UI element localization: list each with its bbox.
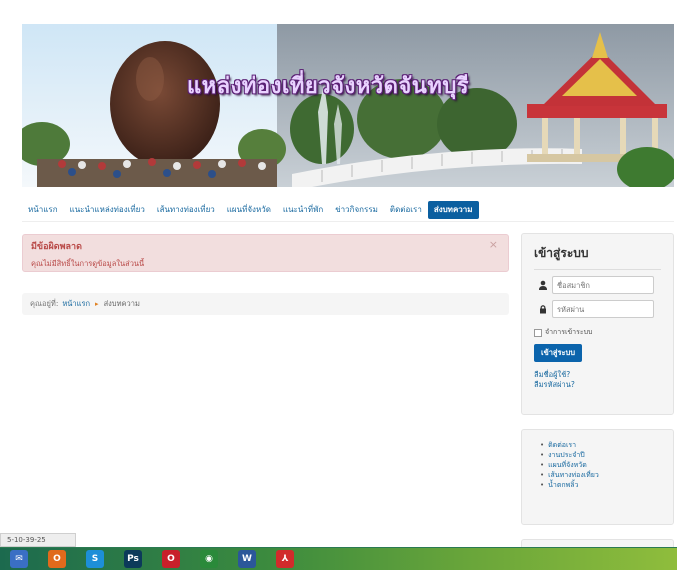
nav-item-submit-article[interactable]: ส่งบทความ [427, 200, 479, 219]
office-icon: O [48, 550, 66, 568]
taskbar-office[interactable]: O [42, 549, 72, 569]
username-row [534, 276, 661, 294]
user-icon [534, 276, 552, 294]
breadcrumb-separator-icon: ▸ [95, 300, 99, 308]
link-province-map[interactable]: แผนที่จังหวัด [540, 460, 673, 470]
forgot-password-link[interactable]: ลืมรหัสผ่าน? [534, 380, 661, 390]
taskbar-word[interactable]: W [232, 549, 262, 569]
remember-label: จำการเข้าระบบ [545, 328, 593, 336]
mail-icon: ✉ [10, 550, 28, 568]
close-icon[interactable]: × [489, 238, 498, 251]
opera-icon: O [162, 550, 180, 568]
nav-item-contact[interactable]: ติดต่อเรา [384, 201, 428, 219]
breadcrumb-home-link[interactable]: หน้าแรก [62, 298, 90, 310]
links-panel: ติดต่อเรา งานประจำปี แผนที่จังหวัด เส้นท… [521, 429, 674, 525]
taskbar-skype[interactable]: S [80, 549, 110, 569]
link-waterfall[interactable]: น้ำตกพลิ้ว [540, 480, 673, 490]
taskbar-chrome[interactable]: ◉ [194, 549, 224, 569]
chrome-icon: ◉ [200, 550, 218, 568]
banner-image [22, 24, 674, 187]
login-panel: เข้าสู่ระบบ จำการเข้าระบบ เข้าสู่ระบบ ลื… [521, 233, 674, 415]
login-title: เข้าสู่ระบบ [534, 246, 589, 260]
banner-title: แหล่งท่องเที่ยวจังหวัดจันทบุรี [187, 73, 470, 99]
taskbar-opera[interactable]: O [156, 549, 186, 569]
links-list: ติดต่อเรา งานประจำปี แผนที่จังหวัด เส้นท… [540, 440, 673, 490]
taskbar-photoshop[interactable]: Ps [118, 549, 148, 569]
nav-item-accommodation[interactable]: แนะนำที่พัก [277, 201, 329, 219]
taskbar: ✉ O S Ps O ◉ W ⅄ [0, 547, 677, 570]
breadcrumb-current: ส่งบทความ [103, 299, 140, 308]
site-banner: แหล่งท่องเที่ยวจังหวัดจันทบุรี [22, 24, 674, 187]
login-divider [534, 269, 661, 270]
nav-item-map[interactable]: แผนที่จังหวัด [221, 201, 277, 219]
pdf-icon: ⅄ [276, 550, 294, 568]
nav-item-attractions[interactable]: แนะนำแหล่งท่องเที่ยว [64, 201, 151, 219]
photoshop-icon: Ps [124, 550, 142, 568]
login-links: ลืมชื่อผู้ใช้? ลืมรหัสผ่าน? [534, 370, 661, 390]
login-button[interactable]: เข้าสู่ระบบ [534, 344, 583, 362]
nav-item-news[interactable]: ข่าวกิจกรรม [329, 201, 384, 219]
alert-heading: มีข้อผิดพลาด [31, 242, 82, 252]
remember-row: จำการเข้าระบบ [534, 327, 661, 338]
forgot-username-link[interactable]: ลืมชื่อผู้ใช้? [534, 370, 661, 380]
password-row [534, 300, 661, 318]
breadcrumb-prefix: คุณอยู่ที่: [30, 299, 59, 308]
taskbar-pdf[interactable]: ⅄ [270, 549, 300, 569]
word-icon: W [238, 550, 256, 568]
page: แหล่งท่องเที่ยวจังหวัดจันทบุรี หน้าแรก แ… [0, 0, 677, 570]
taskbar-mail[interactable]: ✉ [4, 549, 34, 569]
link-annual-event[interactable]: งานประจำปี [540, 450, 673, 460]
error-alert: มีข้อผิดพลาด คุณไม่มีสิทธิ์ในการดูข้อมูล… [22, 234, 509, 272]
alert-message: คุณไม่มีสิทธิ์ในการดูข้อมูลในส่วนนี้ [31, 259, 145, 268]
skype-icon: S [86, 550, 104, 568]
password-input[interactable] [552, 300, 654, 318]
username-input[interactable] [552, 276, 654, 294]
nav-item-routes[interactable]: เส้นทางท่องเที่ยว [151, 201, 221, 219]
main-nav: หน้าแรก แนะนำแหล่งท่องเที่ยว เส้นทางท่อง… [22, 198, 674, 222]
nav-item-home[interactable]: หน้าแรก [22, 201, 64, 219]
link-travel-routes[interactable]: เส้นทางท่องเที่ยว [540, 470, 673, 480]
status-text: 5-10-39-25 [0, 533, 76, 547]
link-contact[interactable]: ติดต่อเรา [540, 440, 673, 450]
remember-checkbox[interactable] [534, 328, 542, 337]
breadcrumb: คุณอยู่ที่: หน้าแรก ▸ ส่งบทความ [22, 293, 509, 315]
lock-icon [534, 300, 552, 318]
